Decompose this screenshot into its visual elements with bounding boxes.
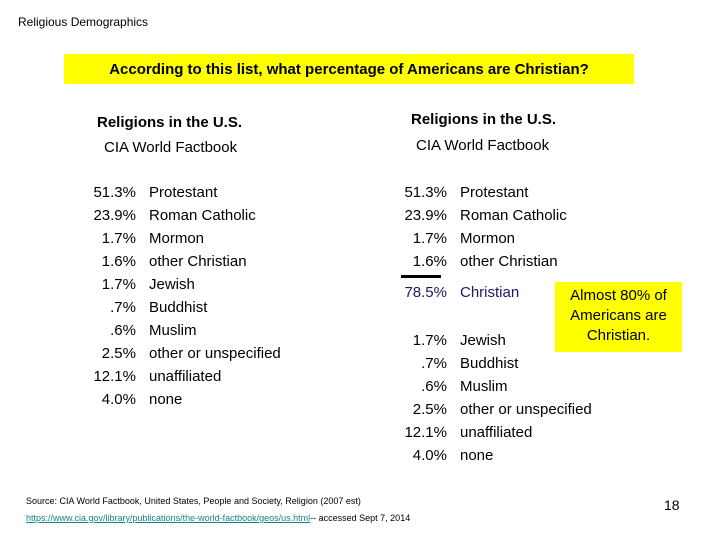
list-item: 1.6% other Christian <box>395 250 567 273</box>
percentage: 23.9% <box>93 207 136 224</box>
list-item: 51.3% Protestant <box>395 181 567 204</box>
religion-name: other Christian <box>460 253 558 270</box>
religion-name: unaffiliated <box>460 424 533 441</box>
list-item: 1.7% Mormon <box>395 227 567 250</box>
christian-total-row: 78.5% Christian <box>395 281 519 304</box>
list-item: 12.1% unaffiliated <box>395 421 592 444</box>
percentage: .6% <box>421 378 447 395</box>
source-text: Source: CIA World Factbook, United State… <box>26 496 361 506</box>
religion-name: Muslim <box>149 322 197 339</box>
religion-name: Mormon <box>149 230 205 247</box>
religion-name: none <box>149 391 183 408</box>
list-item: .7% Buddhist <box>84 296 281 319</box>
source-link[interactable]: https://www.cia.gov/library/publications… <box>26 513 310 523</box>
percentage: .7% <box>421 355 447 372</box>
religion-name: other Christian <box>149 253 247 270</box>
percentage: 12.1% <box>93 368 136 385</box>
sum-underline <box>401 275 441 278</box>
right-other-list: 1.7% Jewish .7% Buddhist .6% Muslim 2.5% oth… <box>395 329 592 467</box>
slide-title: Religious Demographics <box>18 15 149 29</box>
accessed-date: -- accessed Sept 7, 2014 <box>310 513 411 523</box>
list-item: 4.0% none <box>395 444 592 467</box>
percentage: 12.1% <box>404 424 447 441</box>
percentage: 51.3% <box>93 184 136 201</box>
religion-name: Mormon <box>460 230 516 247</box>
religion-name: Protestant <box>460 184 529 201</box>
right-christian-list: 51.3% Protestant 23.9% Roman Catholic 1.7%… <box>395 181 567 273</box>
total-name: Christian <box>460 284 520 301</box>
percentage: 23.9% <box>404 207 447 224</box>
religion-name: Roman Catholic <box>149 207 256 224</box>
list-item: 23.9% Roman Catholic <box>395 204 567 227</box>
source-citation: Source: CIA World Factbook, United State… <box>26 493 410 527</box>
religion-name: Muslim <box>460 378 508 395</box>
right-panel-heading: Religions in the U.S. <box>411 111 557 128</box>
percentage: 1.6% <box>412 253 447 270</box>
list-item: 78.5% Christian <box>395 281 519 304</box>
left-panel-heading: Religions in the U.S. <box>97 114 243 131</box>
total-percentage: 78.5% <box>404 284 447 301</box>
list-item: 1.7% Mormon <box>84 227 281 250</box>
list-item: 12.1% unaffiliated <box>84 365 281 388</box>
religion-name: Roman Catholic <box>460 207 567 224</box>
percentage: 2.5% <box>412 401 447 418</box>
list-item: 2.5% other or unspecified <box>395 398 592 421</box>
percentage: .6% <box>110 322 136 339</box>
religion-name: Buddhist <box>460 355 519 372</box>
religion-name: Protestant <box>149 184 218 201</box>
percentage: 1.7% <box>412 332 447 349</box>
percentage: 1.7% <box>412 230 447 247</box>
list-item: 23.9% Roman Catholic <box>84 204 281 227</box>
percentage: 51.3% <box>404 184 447 201</box>
list-item: .6% Muslim <box>395 375 592 398</box>
religion-name: none <box>460 447 494 464</box>
source-link-line: https://www.cia.gov/library/publications… <box>26 510 410 527</box>
list-item: 1.7% Jewish <box>84 273 281 296</box>
percentage: 1.7% <box>101 276 136 293</box>
right-panel-subheading: CIA World Factbook <box>416 137 550 154</box>
religion-name: other or unspecified <box>460 401 592 418</box>
question-text: According to this list, what percentage … <box>109 60 589 78</box>
religion-name: Buddhist <box>149 299 208 316</box>
religion-name: unaffiliated <box>149 368 222 385</box>
percentage: 2.5% <box>101 345 136 362</box>
page-number: 18 <box>664 497 680 513</box>
left-religion-list: 51.3% Protestant 23.9% Roman Catholic 1.7%… <box>84 181 281 411</box>
percentage: 4.0% <box>101 391 136 408</box>
list-item: 4.0% none <box>84 388 281 411</box>
question-banner: According to this list, what percentage … <box>64 54 634 84</box>
religion-name: Jewish <box>460 332 506 349</box>
left-panel-subheading: CIA World Factbook <box>104 139 238 156</box>
religion-name: Jewish <box>149 276 195 293</box>
percentage: 1.7% <box>101 230 136 247</box>
list-item: 2.5% other or unspecified <box>84 342 281 365</box>
percentage: .7% <box>110 299 136 316</box>
list-item: 1.6% other Christian <box>84 250 281 273</box>
religion-name: other or unspecified <box>149 345 281 362</box>
list-item: 1.7% Jewish <box>395 329 592 352</box>
list-item: .7% Buddhist <box>395 352 592 375</box>
percentage: 4.0% <box>412 447 447 464</box>
list-item: 51.3% Protestant <box>84 181 281 204</box>
percentage: 1.6% <box>101 253 136 270</box>
list-item: .6% Muslim <box>84 319 281 342</box>
